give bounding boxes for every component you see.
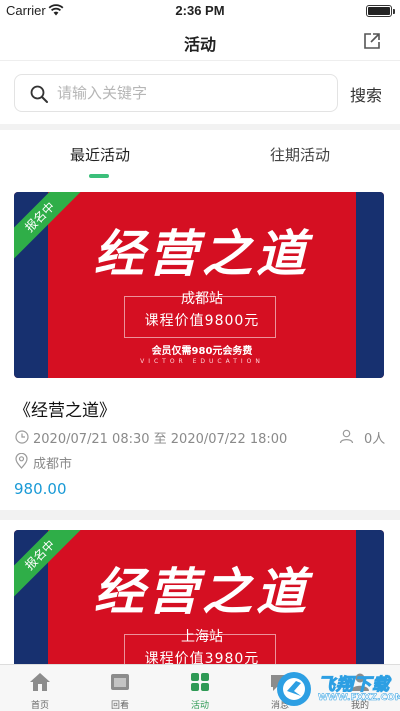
banner-city: 成都站 xyxy=(181,291,223,307)
tab-label: 活动 xyxy=(190,701,209,711)
banner-city: 上海站 xyxy=(181,629,223,645)
banner-title: 经营之道 xyxy=(94,562,310,621)
tab-replay[interactable]: 回看 xyxy=(80,665,160,711)
search-input[interactable] xyxy=(57,75,327,111)
home-icon xyxy=(30,673,50,691)
search-area: 搜索 xyxy=(0,60,400,124)
location-pin-icon xyxy=(15,453,28,469)
tab-recent-activities[interactable]: 最近活动 xyxy=(0,144,200,165)
banner-price: 课程价值9800元 xyxy=(144,313,260,329)
search-box[interactable] xyxy=(14,74,338,112)
event-card[interactable]: 报名中 经营之道 上海站 课程价值3980元 xyxy=(0,520,400,711)
event-time-range: 2020/07/21 08:30 至 2020/07/22 18:00 xyxy=(33,432,288,447)
site-watermark: 飞翔下载 WWW.FXXZ.COM xyxy=(262,666,400,711)
watermark-url: WWW.FXXZ.COM xyxy=(318,693,400,704)
tab-past-activities[interactable]: 往期活动 xyxy=(200,144,400,165)
replay-icon xyxy=(111,674,129,690)
banner-right-stripe xyxy=(356,192,384,378)
banner-english-text: VICTOR EDUCATION xyxy=(140,358,264,365)
banner-title: 经营之道 xyxy=(94,224,310,283)
navigation-bar: 活动 xyxy=(0,22,400,60)
search-icon xyxy=(30,85,48,103)
banner-member-fee: 会员仅需980元会务费 xyxy=(151,346,253,357)
activity-icon xyxy=(191,673,209,691)
share-icon[interactable] xyxy=(362,31,382,51)
event-fee: 980.00 xyxy=(14,480,67,498)
watermark-logo-icon xyxy=(277,672,311,706)
participant-count: 0人 xyxy=(364,432,386,447)
battery-icon xyxy=(366,5,395,17)
event-city: 成都市 xyxy=(33,457,73,472)
tab-home[interactable]: 首页 xyxy=(0,665,80,711)
person-icon xyxy=(339,429,354,444)
status-bar: Carrier 2:36 PM xyxy=(0,0,400,22)
app-screen: Carrier 2:36 PM 活动 搜索 最近活动 往期活动 xyxy=(0,0,400,711)
event-card[interactable]: 报名中 经营之道 成都站 课程价值9800元 会员仅需980元会务费 VICTO… xyxy=(0,182,400,510)
activity-tabs: 最近活动 往期活动 xyxy=(0,130,400,182)
tab-activity[interactable]: 活动 xyxy=(160,665,240,711)
tab-label: 首页 xyxy=(30,701,49,711)
page-title: 活动 xyxy=(183,35,216,54)
active-tab-indicator xyxy=(89,174,109,178)
clock-icon xyxy=(15,430,29,444)
search-button[interactable]: 搜索 xyxy=(350,82,382,106)
watermark-text: 飞翔下载 xyxy=(318,675,390,696)
event-title[interactable]: 《经营之道》 xyxy=(14,396,116,421)
clock-time: 2:36 PM xyxy=(175,3,225,18)
tab-label: 回看 xyxy=(110,701,129,711)
event-banner[interactable]: 报名中 经营之道 成都站 课程价值9800元 会员仅需980元会务费 VICTO… xyxy=(14,192,384,378)
